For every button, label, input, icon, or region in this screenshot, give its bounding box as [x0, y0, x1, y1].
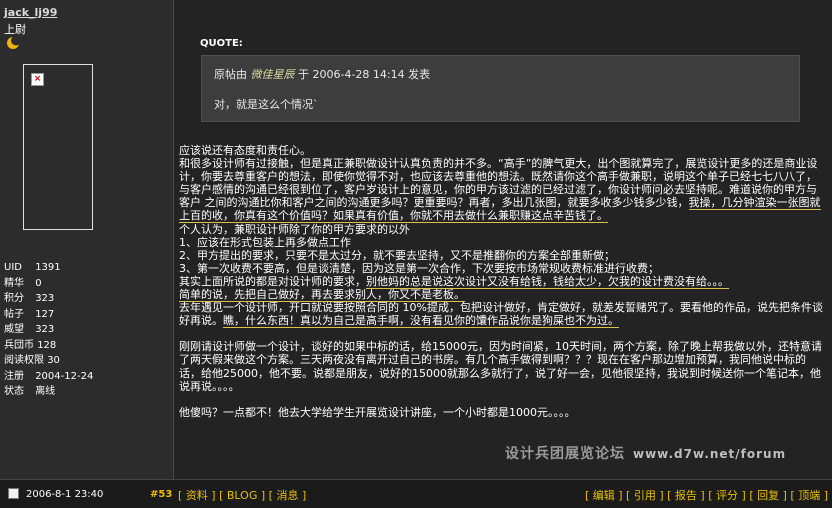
top-link[interactable]: 顶端 — [798, 489, 820, 502]
watermark-text: 设计兵团展览论坛 — [505, 446, 625, 462]
post-paragraph: 刚刚请设计师做一个设计，谈好的如果中标的话，给15000元，因为时间紧，10天时… — [179, 340, 822, 393]
post-paragraph: 应该说还有态度和责任心。 — [179, 144, 311, 157]
stat-posts: 帖子 127 — [4, 308, 55, 320]
post-paragraph: 去年遇见一个设计师，开口就说要按照合同的 10%提成，包把设计做好，肯定做好，就… — [179, 301, 823, 329]
avatar: × — [23, 64, 93, 230]
quote-attribution: 原帖由 微佳星辰 于 2006-4-28 14:14 发表 — [214, 68, 431, 81]
quote-text: 对，就是这么个情况` — [214, 98, 319, 111]
reply-link[interactable]: 回复 — [757, 489, 779, 502]
watermark-url: www.d7w.net/forum — [633, 447, 787, 461]
edit-link[interactable]: 编辑 — [593, 489, 615, 502]
message-link[interactable]: 消息 — [276, 489, 298, 502]
highlighted-text: 简单的说，先把自己做好，再去要求别人，你又不是老板。 — [179, 288, 465, 303]
post-container: jack_lj99 上尉 × UID 1391 精华 0 积分 323 帖子 1… — [0, 0, 832, 508]
stat-prestige: 威望 323 — [4, 324, 55, 335]
quote-author: 微佳星辰 — [250, 68, 295, 81]
user-rank: 上尉 — [4, 23, 26, 36]
stat-coins: 兵団币 128 — [4, 339, 57, 351]
post-actions: [ 编辑 ] [ 引用 ] [ 报告 ] [ 评分 ] [ 回复 ] [ 顶端 … — [584, 489, 828, 502]
post-paragraph: 3、第一次收费不要高，但是谈清楚，因为这是第一次合作，下次要按市场常规收费标准进… — [179, 261, 659, 275]
post-paragraph: 他傻吗？一点都不！他去大学给学生开展览设计讲座，一个小时都是1000元。。。。 — [179, 405, 576, 419]
stat-points: 积分 323 — [4, 293, 55, 304]
post-paragraph: 2、甲方提出的要求，只要不是太过分，就不要去坚持，又不是推翻你的方案全部重新做； — [179, 248, 615, 262]
post-paragraph: 个人认为，兼职设计师除了你的甲方要求的以外 — [179, 222, 410, 236]
stat-digest: 精华 0 — [4, 277, 42, 289]
select-post-checkbox[interactable] — [8, 488, 19, 499]
stat-uid: UID 1391 — [4, 262, 61, 273]
blog-link[interactable]: BLOG — [227, 489, 257, 502]
rate-link[interactable]: 评分 — [716, 489, 738, 502]
post-body: 应该说还有态度和责任心。 和很多设计师有过接触，但是真正兼职做设计认真负责的并不… — [179, 144, 825, 419]
quote-link[interactable]: 引用 — [634, 489, 656, 502]
post-date: 2006-8-1 23:40 — [26, 489, 104, 500]
quote-label: QUOTE: — [200, 38, 243, 49]
user-profile-panel: jack_lj99 上尉 × UID 1391 精华 0 积分 323 帖子 1… — [0, 0, 174, 479]
highlighted-text: 别他妈的总是说这次设计又没有给钱，钱给太少，欠我的设计费没有给。。。 — [366, 274, 729, 289]
report-link[interactable]: 报告 — [675, 489, 697, 502]
user-stats: UID 1391 精华 0 积分 323 帖子 127 威望 323 兵団币 1… — [4, 260, 93, 400]
post-paragraph: 其实上面所说的都是对设计师的要求，别他妈的总是说这次设计又没有给钱，钱给太少，欠… — [179, 274, 729, 289]
moon-icon — [7, 36, 21, 49]
stat-status: 状态 离线 — [4, 386, 56, 397]
stat-registered: 注册 2004-12-24 — [4, 370, 94, 382]
stat-read-permission: 阅读权限 30 — [4, 355, 60, 366]
post-paragraph: 和很多设计师有过接触，但是真正兼职做设计认真负责的并不多。“高手”的脾气更大，出… — [179, 157, 821, 224]
post-paragraph: 1、应该在形式包装上再多做点工作 — [179, 235, 351, 249]
user-links: [ 资料 ] [ BLOG ] [ 消息 ] — [178, 489, 307, 502]
username-link[interactable]: jack_lj99 — [4, 6, 57, 19]
post-number-link[interactable]: #53 — [150, 489, 172, 500]
highlighted-text: 瞧，什么东西！真以为自己是高手啊，没有看见你的馕作品说你是狗屎也不为过。 — [223, 314, 619, 329]
post-footer: 2006-8-1 23:40 #53 [ 资料 ] [ BLOG ] [ 消息 … — [0, 479, 832, 508]
profile-link[interactable]: 资料 — [186, 489, 208, 502]
broken-image-icon: × — [31, 73, 44, 86]
post-paragraph: 简单的说，先把自己做好，再去要求别人，你又不是老板。 — [179, 288, 825, 303]
quote-box: 原帖由 微佳星辰 于 2006-4-28 14:14 发表 对，就是这么个情况` — [201, 55, 800, 122]
